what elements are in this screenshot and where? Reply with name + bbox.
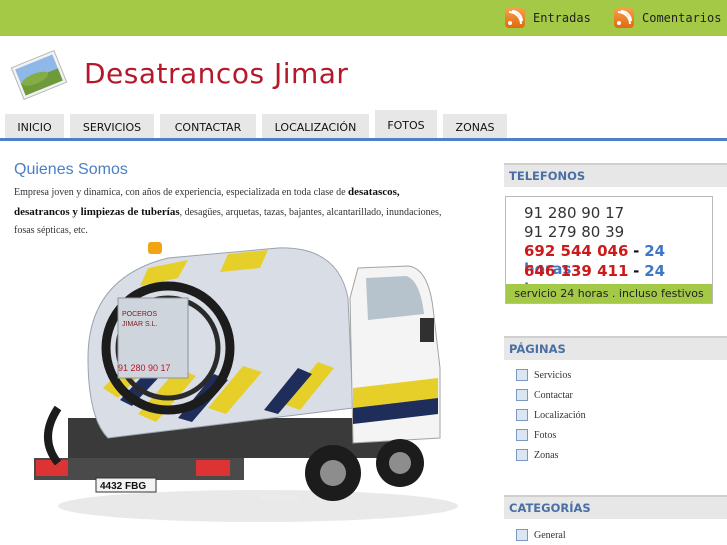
page-link-localizacion[interactable]: Localización bbox=[516, 408, 586, 422]
page-link-label: Localización bbox=[534, 409, 586, 421]
page-link-label: Contactar bbox=[534, 389, 573, 401]
phone-1[interactable]: 91 280 90 17 bbox=[524, 204, 624, 222]
svg-text:POCEROS: POCEROS bbox=[122, 311, 157, 318]
svg-text:JIMAR S.L.: JIMAR S.L. bbox=[122, 321, 157, 328]
categorias-heading: CATEGORÍAS bbox=[504, 495, 727, 519]
intro-text-1: Empresa joven y dinamica, con años de ex… bbox=[14, 187, 349, 198]
truck-plate-text: 4432 FBG bbox=[100, 481, 146, 492]
nav-tab-inicio[interactable]: INICIO bbox=[5, 114, 64, 140]
nav-tab-zonas[interactable]: ZONAS bbox=[443, 114, 507, 140]
intro-bold-1: desatascos, bbox=[348, 186, 400, 198]
intro-text-2: , desagües, arquetas, tazas, bajantes, a… bbox=[179, 206, 442, 218]
page-link-contactar[interactable]: Contactar bbox=[516, 388, 573, 402]
service-hours-note: servicio 24 horas . incluso festivos bbox=[506, 284, 712, 303]
comments-feed-link[interactable]: Comentarios bbox=[614, 7, 721, 29]
page-link-label: Servicios bbox=[534, 369, 572, 381]
telefonos-heading: TELEFONOS bbox=[504, 163, 727, 187]
category-link-label: General bbox=[534, 529, 566, 541]
main-navigation: INICIO SERVICIOS CONTACTAR LOCALIZACIÓN … bbox=[0, 110, 727, 140]
truck-image: POCEROS JIMAR S.L. 91 280 90 17 4432 FBG… bbox=[34, 242, 458, 522]
nav-tab-servicios[interactable]: SERVICIOS bbox=[70, 114, 154, 140]
page-icon bbox=[516, 389, 528, 401]
phones-box: 91 280 90 17 91 279 80 39 692 544 046 - … bbox=[505, 196, 713, 304]
category-icon bbox=[516, 529, 528, 541]
phone-2[interactable]: 91 279 80 39 bbox=[524, 223, 624, 241]
page-icon bbox=[516, 409, 528, 421]
nav-divider bbox=[0, 138, 727, 141]
intro-paragraph: Empresa joven y dinamica, con años de ex… bbox=[14, 183, 474, 241]
mobile-2-dash: - bbox=[633, 262, 640, 280]
category-link-general[interactable]: General bbox=[516, 528, 566, 542]
photo-logo-icon[interactable] bbox=[10, 50, 68, 100]
entries-feed-label: Entradas bbox=[533, 11, 591, 25]
page-icon bbox=[516, 369, 528, 381]
site-title[interactable]: Desatrancos Jimar bbox=[84, 57, 348, 90]
mobile-1[interactable]: 692 544 046 bbox=[524, 242, 628, 260]
page-icon bbox=[516, 429, 528, 441]
nav-tab-localizacion[interactable]: LOCALIZACIÓN bbox=[262, 114, 369, 140]
page-link-fotos[interactable]: Fotos bbox=[516, 428, 556, 442]
truck-phone-text: 91 280 90 17 bbox=[118, 363, 171, 373]
entries-feed-link[interactable]: Entradas bbox=[505, 7, 591, 29]
rss-icon bbox=[614, 8, 634, 28]
top-bar: Entradas Comentarios bbox=[0, 0, 727, 36]
nav-tab-fotos[interactable]: FOTOS bbox=[375, 110, 437, 140]
page-link-zonas[interactable]: Zonas bbox=[516, 448, 558, 462]
page-icon bbox=[516, 449, 528, 461]
comments-feed-label: Comentarios bbox=[642, 11, 722, 25]
mobile-1-dash: - bbox=[633, 242, 640, 260]
page-link-label: Fotos bbox=[534, 429, 557, 441]
intro-text-3: fosas sépticas, etc. bbox=[14, 225, 88, 236]
page-link-servicios[interactable]: Servicios bbox=[516, 368, 571, 382]
nav-tab-contactar[interactable]: CONTACTAR bbox=[160, 114, 256, 140]
section-heading: Quienes Somos bbox=[14, 161, 128, 178]
mobile-2[interactable]: 646 139 411 bbox=[524, 262, 628, 280]
rss-icon bbox=[505, 8, 525, 28]
intro-bold-2: desatrancos y limpiezas de tuberías bbox=[14, 205, 180, 218]
truck-brand-text: AUTODASA bbox=[260, 495, 299, 502]
page-link-label: Zonas bbox=[534, 449, 559, 461]
paginas-heading: PÁGINAS bbox=[504, 336, 727, 360]
